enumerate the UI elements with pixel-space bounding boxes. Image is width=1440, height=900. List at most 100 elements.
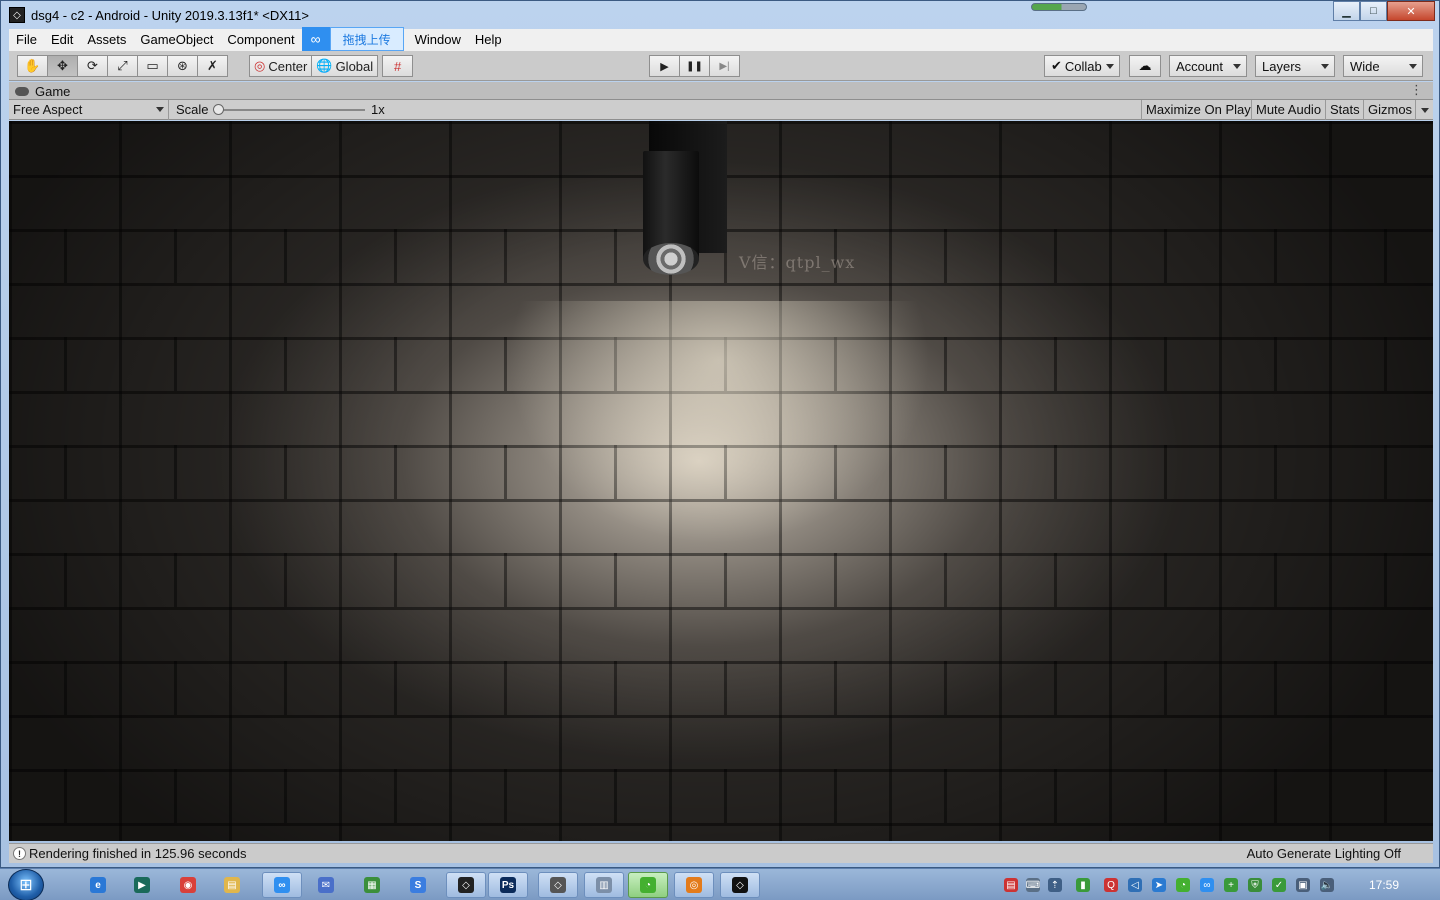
taskbar-app-unity-task[interactable]: ◇ xyxy=(538,872,578,898)
maximize-on-play-toggle[interactable]: Maximize On Play xyxy=(1141,100,1255,120)
start-button[interactable]: ⊞ xyxy=(8,869,44,900)
account-dropdown[interactable]: Account xyxy=(1169,55,1247,77)
plus-tray-icon[interactable]: + xyxy=(1224,878,1238,892)
taskbar: ⊞ e ▶ ◉ ▤ ∞ ✉ ▦ S ◇ Ps ◇ ▥ ◔ ◎ ◇ ▤ ⌨ ⇡ ▮ Q ◁ ➤ ◔ ∞ + ⛨ ✓ ▣ 🔈 17:59 xyxy=(0,868,1440,900)
aspect-dropdown[interactable]: Free Aspect xyxy=(9,100,169,120)
chevron-down-icon xyxy=(156,107,164,112)
scale-value: 1x xyxy=(371,102,385,117)
battery-tray-icon[interactable]: ▮ xyxy=(1076,878,1090,892)
calculator-icon: ▥ xyxy=(596,877,612,893)
netdisk-tray-icon[interactable]: ∞ xyxy=(1200,878,1214,892)
mute-audio-toggle[interactable]: Mute Audio xyxy=(1251,100,1325,120)
browser-icon: ◎ xyxy=(686,877,702,893)
pause-button[interactable]: ❚❚ xyxy=(679,55,710,77)
scale-slider-track[interactable] xyxy=(219,109,365,111)
taskbar-app-browser[interactable]: ◎ xyxy=(674,872,714,898)
maximize-button[interactable]: □ xyxy=(1360,1,1387,21)
unity-task-icon: ◇ xyxy=(550,877,566,893)
game-toolbar: Free Aspect Scale 1x Maximize On Play Mu… xyxy=(9,100,1433,120)
game-viewport[interactable]: V信：qtpl_wx xyxy=(9,121,1433,841)
wechat-tray-icon[interactable]: ◔ xyxy=(1176,878,1190,892)
taskbar-app-chart-app[interactable]: ▦ xyxy=(352,872,392,898)
ie-icon: e xyxy=(90,877,106,893)
step-button[interactable]: ▶| xyxy=(709,55,740,77)
chevron-down-icon xyxy=(1409,64,1417,69)
menu-edit[interactable]: Edit xyxy=(44,29,80,51)
aspect-label: Free Aspect xyxy=(13,102,83,117)
taskbar-app-ie[interactable]: e xyxy=(78,872,118,898)
unity-window: ◇ dsg4 - c2 - Android - Unity 2019.3.13f… xyxy=(0,0,1440,868)
menu-component[interactable]: Component xyxy=(220,29,301,51)
rect-tool-button[interactable]: ▭ xyxy=(137,55,168,77)
pivot-global-button[interactable]: 🌐 Global xyxy=(311,55,379,77)
play-button[interactable]: ▶ xyxy=(649,55,680,77)
pivot-group: ◎ Center 🌐 Global # xyxy=(249,55,414,77)
doc-tray-icon[interactable]: ▤ xyxy=(1004,878,1018,892)
taskbar-app-wechat[interactable]: ◔ xyxy=(628,872,668,898)
pivot-icon: ◎ xyxy=(254,58,266,73)
folder-icon: ▤ xyxy=(224,877,240,893)
taskbar-app-mail[interactable]: ✉ xyxy=(306,872,346,898)
scale-tool-button[interactable]: ⤢ xyxy=(107,55,138,77)
taskbar-app-photoshop[interactable]: Ps xyxy=(488,872,528,898)
pivot-center-button[interactable]: ◎ Center xyxy=(249,55,313,77)
menu-gameobject[interactable]: GameObject xyxy=(133,29,220,51)
wechat-icon: ◔ xyxy=(640,877,656,893)
layout-dropdown[interactable]: Wide xyxy=(1343,55,1423,77)
taskbar-app-unity-editor[interactable]: ◇ xyxy=(720,872,760,898)
status-message[interactable]: Rendering finished in 125.96 seconds xyxy=(29,846,247,861)
sogou-icon: S xyxy=(410,877,426,893)
cursor-tray-icon[interactable]: ➤ xyxy=(1152,878,1166,892)
keyboard-tray-icon[interactable]: ⌨ xyxy=(1026,878,1040,892)
move-tool-button[interactable]: ✥ xyxy=(47,55,78,77)
arrow-tray-icon[interactable]: ⇡ xyxy=(1048,878,1062,892)
gizmos-toggle[interactable]: Gizmos xyxy=(1363,100,1416,120)
pivot-center-label: Center xyxy=(268,58,308,74)
taskbar-app-folder[interactable]: ▤ xyxy=(212,872,252,898)
custom-tool-button[interactable]: ✗ xyxy=(197,55,228,77)
volume-tray-icon[interactable]: 🔈 xyxy=(1320,878,1334,892)
lighting-status[interactable]: Auto Generate Lighting Off xyxy=(1247,846,1401,861)
transform-tool-button[interactable]: ⊛ xyxy=(167,55,198,77)
title-bar[interactable]: ◇ dsg4 - c2 - Android - Unity 2019.3.13f… xyxy=(1,1,1440,29)
collab-dropdown[interactable]: ✔ Collab xyxy=(1044,55,1120,77)
layers-dropdown[interactable]: Layers xyxy=(1255,55,1335,77)
drag-upload-tab[interactable]: 拖拽上传 xyxy=(329,27,404,51)
title-progress-indicator xyxy=(1031,3,1087,11)
gizmos-dropdown-arrow[interactable] xyxy=(1415,100,1433,120)
globe-icon: 🌐 xyxy=(316,58,333,73)
taskbar-app-baidu-netdisk[interactable]: ∞ xyxy=(262,872,302,898)
menu-window[interactable]: Window xyxy=(408,29,468,51)
menu-file[interactable]: File xyxy=(9,29,44,51)
taskbar-app-sogou[interactable]: S xyxy=(398,872,438,898)
netdisk-upload-icon[interactable]: ∞ xyxy=(301,27,330,51)
gamepad-icon xyxy=(15,87,29,96)
taskbar-app-calculator[interactable]: ▥ xyxy=(584,872,624,898)
unity-hub-icon: ◇ xyxy=(458,877,474,893)
check-tray-icon[interactable]: ✓ xyxy=(1272,878,1286,892)
menu-assets[interactable]: Assets xyxy=(80,29,133,51)
playback-controls: ▶ ❚❚ ▶| xyxy=(649,55,740,77)
scale-slider-handle[interactable] xyxy=(213,104,224,115)
stats-toggle[interactable]: Stats xyxy=(1325,100,1364,120)
taskbar-app-chrome[interactable]: ◉ xyxy=(168,872,208,898)
qq-tray-icon[interactable]: Q xyxy=(1104,878,1118,892)
tab-game[interactable]: Game xyxy=(15,83,70,100)
taskbar-app-editor[interactable]: ▶ xyxy=(122,872,162,898)
panel-menu-icon[interactable]: ⋮ xyxy=(1410,82,1423,98)
close-button[interactable]: ✕ xyxy=(1387,1,1435,21)
rotate-tool-button[interactable]: ⟳ xyxy=(77,55,108,77)
network-tray-icon[interactable]: ▣ xyxy=(1296,878,1310,892)
menu-help[interactable]: Help xyxy=(468,29,509,51)
snap-grid-button[interactable]: # xyxy=(382,55,414,77)
clock[interactable]: 17:59 xyxy=(1360,878,1408,892)
main-toolbar: ✋ ✥ ⟳ ⤢ ▭ ⊛ ✗ ◎ Center 🌐 Global # ▶ ❚❚ ▶… xyxy=(9,51,1433,81)
chrome-icon: ◉ xyxy=(180,877,196,893)
photoshop-icon: Ps xyxy=(500,877,516,893)
vscode-tray-icon[interactable]: ◁ xyxy=(1128,878,1142,892)
hand-tool-button[interactable]: ✋ xyxy=(17,55,48,77)
minimize-button[interactable]: ▁ xyxy=(1333,1,1360,21)
shield-tray-icon[interactable]: ⛨ xyxy=(1248,878,1262,892)
cloud-button[interactable]: ☁ xyxy=(1129,55,1161,77)
taskbar-app-unity-hub[interactable]: ◇ xyxy=(446,872,486,898)
